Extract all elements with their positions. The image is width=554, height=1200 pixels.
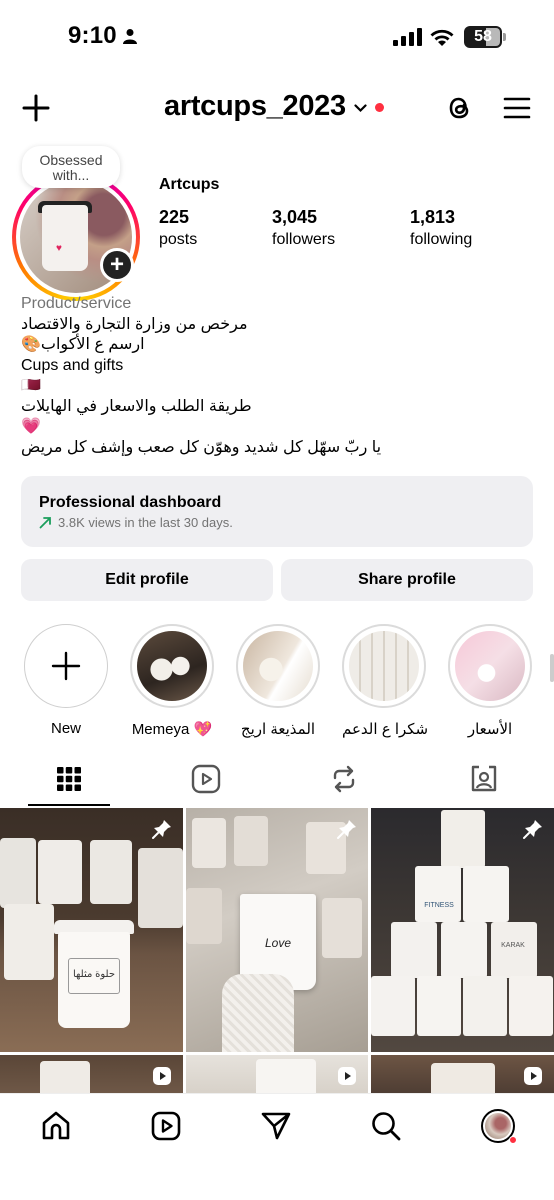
highlight-item[interactable]: Memeya 💖 <box>130 624 214 738</box>
notification-dot <box>509 1136 517 1144</box>
highlight-label: شكرا ع الدعم <box>342 721 429 738</box>
tab-tagged[interactable] <box>442 752 526 806</box>
highlight-item[interactable]: شكرا ع الدعم <box>342 624 429 738</box>
bottom-navigation <box>0 1093 554 1200</box>
highlight-label: الأسعار <box>467 721 513 738</box>
bio-line: 🇶🇦 <box>21 377 41 394</box>
posts-count: 225 <box>159 207 190 227</box>
notification-dot <box>374 103 384 112</box>
reels-icon <box>151 1111 181 1141</box>
post-cup-text: حلوة مثلها <box>68 958 120 994</box>
highlight-label: Memeya 💖 <box>131 721 213 738</box>
following-count: 1,813 <box>410 207 456 227</box>
display-name: Artcups <box>159 176 220 193</box>
bio-line: 💗 <box>21 418 41 435</box>
grid-post[interactable] <box>371 1055 554 1093</box>
tagged-icon <box>471 765 497 792</box>
posts-label: posts <box>159 231 198 248</box>
dashboard-subtitle: 3.8K views in the last 30 days. <box>58 515 233 530</box>
bio-line: يا ربّ سهّل كل شديد وهوّن كل صعب وإشف كل… <box>21 438 382 456</box>
professional-dashboard[interactable]: Professional dashboard 3.8K views in the… <box>21 476 533 547</box>
battery-level-text: 58 <box>474 28 492 45</box>
followers-stat[interactable]: 3,045 followers <box>272 207 335 249</box>
following-stat[interactable]: 1,813 following <box>410 207 472 249</box>
posts-stat[interactable]: 225 posts <box>159 207 197 249</box>
nav-messages[interactable] <box>258 1108 294 1144</box>
profile-header: artcups_2023 <box>0 84 554 134</box>
post-cup-text: Love <box>264 936 292 950</box>
status-time: 9:10 <box>68 22 117 49</box>
highlight-label: New <box>50 720 81 737</box>
add-icon[interactable] <box>22 94 50 122</box>
profile-avatar[interactable]: ♥ <box>12 173 140 301</box>
highlight-item[interactable]: المذيعة اريج <box>236 624 320 738</box>
nav-profile[interactable] <box>480 1108 517 1144</box>
grid-post[interactable] <box>0 1055 183 1093</box>
bio-line: Cups and gifts <box>21 356 124 374</box>
hamburger-menu-icon[interactable] <box>503 96 531 120</box>
post-cup-text: KARAK <box>501 942 525 949</box>
tab-reels[interactable] <box>164 752 248 806</box>
highlight-item[interactable]: الأسعار <box>448 624 532 738</box>
pin-icon <box>523 820 542 839</box>
username: artcups_2023 <box>164 90 346 122</box>
battery-icon: 58 <box>464 26 506 48</box>
grid-post[interactable] <box>186 1055 368 1093</box>
status-bar: 9:10 58 <box>0 0 554 74</box>
note-bubble[interactable]: Obsessed with... <box>22 146 120 188</box>
threads-icon[interactable] <box>445 93 475 123</box>
search-icon <box>372 1112 401 1141</box>
send-icon <box>261 1112 291 1140</box>
wifi-icon <box>430 29 454 46</box>
reels-icon <box>191 764 221 794</box>
nav-search[interactable] <box>368 1108 404 1144</box>
bio-category: Product/service <box>21 295 132 312</box>
followers-label: followers <box>272 231 336 248</box>
followers-count: 3,045 <box>272 207 318 227</box>
following-label: following <box>410 231 473 248</box>
trending-up-icon <box>39 517 51 529</box>
active-tab-indicator <box>28 804 110 806</box>
bio-line: ارسم ع الأكواب🎨 <box>21 336 145 353</box>
cellular-signal-icon <box>393 28 422 46</box>
highlight-overflow <box>550 654 554 682</box>
nav-home[interactable] <box>38 1108 74 1144</box>
reposts-icon <box>333 765 355 793</box>
tab-reposts[interactable] <box>302 752 386 806</box>
account-switcher[interactable]: artcups_2023 <box>164 90 384 123</box>
edit-profile-button[interactable]: Edit profile <box>21 559 273 601</box>
pin-icon <box>152 820 171 839</box>
chevron-down-icon <box>354 104 367 113</box>
reel-badge-icon <box>338 1067 356 1085</box>
highlight-new[interactable]: New <box>24 624 108 737</box>
reel-badge-icon <box>153 1067 171 1085</box>
post-cup-text: FITNESS <box>424 902 454 909</box>
grid-post[interactable]: Love <box>186 808 368 1052</box>
bio-line: مرخص من وزارة التجارة والاقتصاد <box>21 315 248 333</box>
posts-grid: حلوة مثلها Love FITNESS KARAK <box>0 808 554 1093</box>
pin-icon <box>337 820 356 839</box>
tab-posts-grid[interactable] <box>27 752 111 806</box>
grid-post[interactable]: حلوة مثلها <box>0 808 183 1052</box>
highlight-label: المذيعة اريج <box>240 721 316 738</box>
grid-post[interactable]: FITNESS KARAK <box>371 808 554 1052</box>
nav-reels[interactable] <box>148 1108 184 1144</box>
add-icon <box>51 651 81 681</box>
profile-bio: Product/service مرخص من وزارة التجارة وا… <box>21 294 541 458</box>
person-icon <box>123 29 137 44</box>
dashboard-title: Professional dashboard <box>39 494 222 511</box>
bio-line: طريقة الطلب والاسعار في الهايلات <box>21 397 252 415</box>
add-story-icon[interactable]: + <box>100 248 134 282</box>
share-profile-button[interactable]: Share profile <box>281 559 533 601</box>
home-icon <box>42 1111 70 1140</box>
reel-badge-icon <box>524 1067 542 1085</box>
grid-icon <box>57 767 81 791</box>
profile-avatar-small <box>481 1109 517 1144</box>
profile-tabs <box>0 752 554 808</box>
